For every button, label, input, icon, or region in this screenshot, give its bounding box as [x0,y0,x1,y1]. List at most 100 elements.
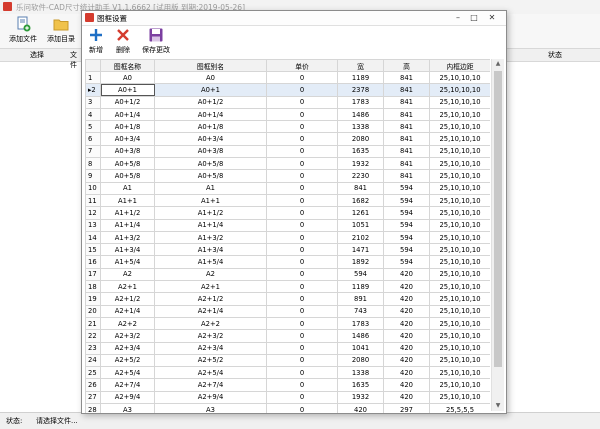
margin-cell[interactable]: 25,10,10,10 [429,107,490,122]
frame-name-cell[interactable]: A2+2 [100,316,155,331]
width-cell[interactable]: 1051 [337,218,384,232]
price-cell[interactable]: 0 [266,243,338,257]
frame-alias-cell[interactable]: A0+1/8 [154,120,267,134]
price-cell[interactable]: 0 [266,181,338,195]
frame-alias-cell[interactable]: A0+1/4 [154,107,267,122]
frame-alias-cell[interactable]: A2+5/4 [154,366,267,380]
frame-name-cell[interactable]: A0+1/2 [100,95,155,109]
margin-cell[interactable]: 25,10,10,10 [429,120,490,134]
width-cell[interactable]: 1486 [337,107,384,122]
frame-name-cell[interactable]: A2+3/4 [100,341,155,355]
price-cell[interactable]: 0 [266,218,338,232]
height-cell[interactable]: 841 [383,70,430,85]
table-row[interactable]: 14 A1+3/2 A1+3/2 0 2102 594 25,10,10,10 [85,230,490,245]
frame-alias-cell[interactable]: A2 [154,267,267,282]
margin-cell[interactable]: 25,5,5,5 [429,403,490,413]
table-row[interactable]: 26 A2+7/4 A2+7/4 0 1635 420 25,10,10,10 [85,378,490,392]
price-cell[interactable]: 0 [266,70,338,85]
table-row[interactable]: 11 A1+1 A1+1 0 1682 594 25,10,10,10 [85,193,490,208]
margin-cell[interactable]: 25,10,10,10 [429,353,490,368]
frame-alias-cell[interactable]: A2+7/4 [154,378,267,392]
frame-alias-cell[interactable]: A2+3/2 [154,329,267,343]
margin-cell[interactable]: 25,10,10,10 [429,157,490,171]
scroll-thumb[interactable] [494,71,502,367]
price-cell[interactable]: 0 [266,378,338,392]
frame-alias-cell[interactable]: A1+1 [154,193,267,208]
margin-cell[interactable]: 25,10,10,10 [429,132,490,146]
table-row[interactable]: 27 A2+9/4 A2+9/4 0 1932 420 25,10,10,10 [85,390,490,405]
height-cell[interactable]: 420 [383,378,430,392]
price-cell[interactable]: 0 [266,206,338,220]
price-cell[interactable]: 0 [266,95,338,109]
width-cell[interactable]: 1189 [337,70,384,85]
width-cell[interactable]: 1783 [337,95,384,109]
add-folder-button[interactable]: 添加目录 [42,16,80,46]
frame-name-cell[interactable]: A1 [100,181,155,195]
margin-cell[interactable]: 25,10,10,10 [429,70,490,85]
frame-name-cell[interactable]: A2 [100,267,155,282]
frame-alias-cell[interactable]: A1+5/4 [154,255,267,269]
frame-alias-cell[interactable]: A2+5/2 [154,353,267,368]
price-cell[interactable]: 0 [266,292,338,306]
height-cell[interactable]: 420 [383,267,430,282]
minimize-icon[interactable]: – [452,12,464,23]
col-select-header[interactable]: 选择 [30,50,44,60]
width-cell[interactable]: 891 [337,292,384,306]
frame-alias-cell[interactable]: A0+1 [154,83,267,97]
height-cell[interactable]: 420 [383,329,430,343]
table-row[interactable]: 18 A2+1 A2+1 0 1189 420 25,10,10,10 [85,280,490,294]
frame-name-cell[interactable]: A0+1 [100,83,155,97]
price-cell[interactable]: 0 [266,316,338,331]
height-cell[interactable]: 420 [383,353,430,368]
table-row[interactable]: 24 A2+5/2 A2+5/2 0 2080 420 25,10,10,10 [85,353,490,368]
height-cell[interactable]: 420 [383,280,430,294]
height-cell[interactable]: 841 [383,95,430,109]
margin-cell[interactable]: 25,10,10,10 [429,316,490,331]
table-row[interactable]: 23 A2+3/4 A2+3/4 0 1041 420 25,10,10,10 [85,341,490,355]
col-frame-name-header[interactable]: 图框名称 [100,59,155,72]
margin-cell[interactable]: 25,10,10,10 [429,341,490,355]
price-cell[interactable]: 0 [266,169,338,183]
height-cell[interactable]: 594 [383,243,430,257]
maximize-icon[interactable]: □ [468,12,480,23]
table-row[interactable]: 6 A0+3/4 A0+3/4 0 2080 841 25,10,10,10 [85,132,490,146]
frame-name-cell[interactable]: A2+1 [100,280,155,294]
frame-alias-cell[interactable]: A2+3/4 [154,341,267,355]
frame-alias-cell[interactable]: A0+1/2 [154,95,267,109]
width-cell[interactable]: 1486 [337,329,384,343]
price-cell[interactable]: 0 [266,353,338,368]
height-cell[interactable]: 594 [383,193,430,208]
price-cell[interactable]: 0 [266,157,338,171]
width-cell[interactable]: 2080 [337,353,384,368]
width-cell[interactable]: 841 [337,181,384,195]
frame-alias-cell[interactable]: A1+3/4 [154,243,267,257]
height-cell[interactable]: 594 [383,230,430,245]
table-row[interactable]: 15 A1+3/4 A1+3/4 0 1471 594 25,10,10,10 [85,243,490,257]
frame-name-cell[interactable]: A0+3/8 [100,144,155,159]
frame-alias-cell[interactable]: A2+1/2 [154,292,267,306]
margin-cell[interactable]: 25,10,10,10 [429,218,490,232]
table-row[interactable]: ▸2 A0+1 A0+1 0 2378 841 25,10,10,10 [85,83,490,97]
width-cell[interactable]: 420 [337,403,384,413]
price-cell[interactable]: 0 [266,390,338,405]
height-cell[interactable]: 841 [383,144,430,159]
height-cell[interactable]: 841 [383,107,430,122]
table-row[interactable]: 10 A1 A1 0 841 594 25,10,10,10 [85,181,490,195]
frame-name-cell[interactable]: A0+5/8 [100,169,155,183]
col-width-header[interactable]: 宽 [337,59,384,72]
margin-cell[interactable]: 25,10,10,10 [429,95,490,109]
price-cell[interactable]: 0 [266,329,338,343]
price-cell[interactable]: 0 [266,304,338,318]
margin-cell[interactable]: 25,10,10,10 [429,169,490,183]
margin-cell[interactable]: 25,10,10,10 [429,304,490,318]
frame-name-cell[interactable]: A1+1 [100,193,155,208]
frame-alias-cell[interactable]: A2+2 [154,316,267,331]
price-cell[interactable]: 0 [266,230,338,245]
col-height-header[interactable]: 高 [383,59,430,72]
width-cell[interactable]: 1338 [337,120,384,134]
frame-name-cell[interactable]: A2+5/2 [100,353,155,368]
col-status-header[interactable]: 状态 [548,50,562,60]
margin-cell[interactable]: 25,10,10,10 [429,255,490,269]
price-cell[interactable]: 0 [266,83,338,97]
frame-name-cell[interactable]: A1+3/2 [100,230,155,245]
